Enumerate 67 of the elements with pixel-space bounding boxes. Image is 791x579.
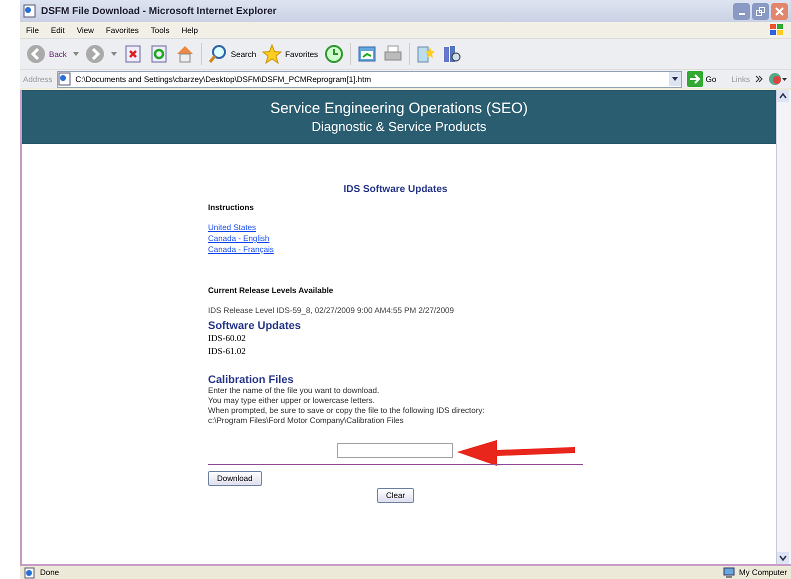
arrow-icon [686, 71, 703, 87]
section-heading: Software Updates [208, 320, 301, 332]
link[interactable]: Canada - Français [208, 244, 274, 255]
computer-icon [722, 566, 735, 578]
restore-button[interactable] [752, 2, 769, 20]
release-label: Current Release Levels Available [208, 286, 334, 295]
instructions-label: Instructions [208, 203, 254, 212]
star-icon [262, 44, 282, 64]
page-heading: IDS Software Updates [344, 184, 448, 195]
zone-text: My Computer [738, 568, 787, 577]
document-star-icon [416, 44, 436, 64]
banner-title: Service Engineering Operations (SEO) [270, 100, 528, 117]
instruction-text: You may type either upper or lowercase letters. [208, 396, 375, 406]
back-button[interactable]: Back [26, 44, 67, 64]
favorites-button[interactable]: Favorites [262, 44, 318, 64]
window-title: DSFM File Download - Microsoft Internet Explorer [41, 6, 277, 16]
windows-logo-icon [769, 23, 785, 37]
section-heading: Calibration Files [208, 374, 294, 386]
page-icon [58, 72, 72, 86]
scroll-down-icon [777, 552, 789, 564]
history-icon [324, 44, 344, 64]
instruction-text: When prompted, be sure to save or copy the file to the following IDS directory: [208, 406, 485, 416]
books-icon [442, 44, 462, 64]
instruction-text: Enter the name of the file you want to download. [208, 386, 380, 396]
refresh-icon [148, 44, 169, 64]
menu-item[interactable]: Help [181, 26, 198, 34]
dropdown-caret-icon[interactable] [110, 52, 117, 56]
scrollbar[interactable] [776, 90, 791, 564]
menu-item[interactable]: Favorites [106, 26, 139, 34]
menu-item[interactable]: View [76, 26, 94, 34]
clear-button[interactable]: Clear [376, 488, 414, 503]
page-icon [23, 4, 37, 18]
link[interactable]: Canada - English [208, 233, 274, 244]
close-button[interactable] [771, 2, 788, 20]
history-button[interactable] [324, 44, 344, 64]
status-text: Done [40, 568, 60, 577]
search-button[interactable]: Search [208, 44, 256, 64]
menu-item[interactable]: Edit [50, 26, 65, 34]
link[interactable]: United States [208, 222, 274, 233]
file-name-field[interactable] [337, 442, 453, 458]
scroll-up-icon [777, 90, 789, 102]
address-label: Address [23, 74, 52, 84]
refresh-button[interactable] [148, 44, 169, 64]
restore-icon [756, 6, 765, 16]
download-button[interactable]: Download [208, 471, 262, 486]
home-icon [174, 44, 195, 64]
close-icon [775, 6, 784, 16]
stop-icon [122, 44, 143, 64]
forward-button[interactable] [84, 44, 105, 64]
instruction-text: c:\Program Files\Ford Motor Company\Calibration Files [208, 416, 404, 426]
dropdown-caret-icon[interactable] [72, 52, 79, 56]
go-button[interactable]: Go [686, 71, 716, 87]
messenger-icon[interactable] [768, 72, 788, 86]
release-text: IDS Release Level IDS-59_8, 02/27/2009 9:00 AM4:55 PM 2/27/2009 [208, 306, 454, 315]
software-version: IDS-61.02 [208, 345, 246, 358]
menu-item[interactable]: File [26, 26, 39, 34]
stop-button[interactable] [122, 44, 143, 64]
research-button[interactable] [442, 44, 462, 64]
minimize-button[interactable] [733, 2, 750, 20]
chevron-icon[interactable] [755, 75, 763, 83]
address-field[interactable]: C:\Documents and Settings\cbarzey\Desktop\DSFM\DSFM_PCMReprogram[1].htm [57, 70, 682, 88]
search-icon [208, 44, 228, 64]
menu-item[interactable]: Tools [150, 26, 170, 34]
banner-subtitle: Diagnostic & Service Products [312, 119, 486, 134]
edit-button[interactable] [416, 44, 436, 64]
software-version: IDS-60.02 [208, 332, 246, 345]
home-button[interactable] [174, 44, 195, 64]
